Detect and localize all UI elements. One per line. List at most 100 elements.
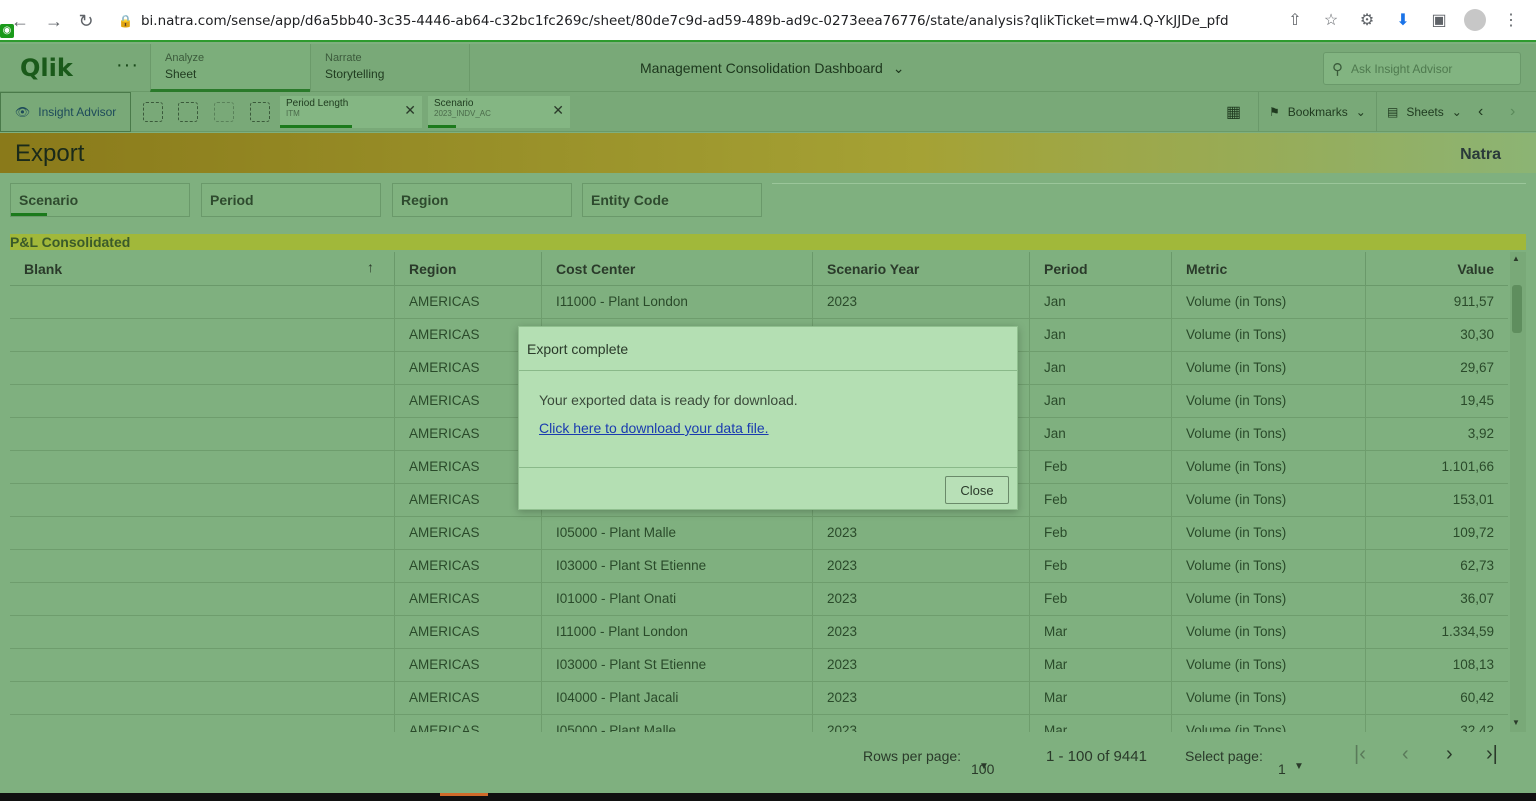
- cell-value[interactable]: 3,92: [1366, 418, 1508, 451]
- cell-metric[interactable]: Volume (in Tons): [1172, 649, 1366, 682]
- cell-metric[interactable]: Volume (in Tons): [1172, 451, 1366, 484]
- table-row[interactable]: AMERICAS I03000 - Plant St Etienne 2023 Feb…: [10, 550, 1508, 583]
- column-header-blank[interactable]: Blank ↑: [10, 252, 395, 286]
- clear-selections-icon[interactable]: [250, 102, 270, 122]
- cell-cost-center[interactable]: I03000 - Plant St Etienne: [542, 649, 813, 682]
- filter-scenario[interactable]: Scenario: [10, 183, 190, 217]
- step-back-icon[interactable]: [178, 102, 198, 122]
- reload-icon[interactable]: ↻: [70, 5, 102, 37]
- cell-metric[interactable]: Volume (in Tons): [1172, 682, 1366, 715]
- cell-blank[interactable]: [10, 385, 395, 418]
- cell-blank[interactable]: [10, 715, 395, 732]
- scroll-down-icon[interactable]: ▼: [1512, 718, 1520, 727]
- extensions-icon[interactable]: ⚙: [1352, 5, 1382, 35]
- cell-cost-center[interactable]: I01000 - Plant Onati: [542, 583, 813, 616]
- close-icon[interactable]: ✕: [404, 102, 416, 119]
- cell-period[interactable]: Feb: [1030, 550, 1172, 583]
- cell-value[interactable]: 36,07: [1366, 583, 1508, 616]
- table-row[interactable]: AMERICAS I01000 - Plant Onati 2023 Feb Volum…: [10, 583, 1508, 616]
- bookmarks-button[interactable]: ⚑ Bookmarks ⌄: [1258, 92, 1366, 132]
- cell-period[interactable]: Feb: [1030, 451, 1172, 484]
- sort-ascending-icon[interactable]: ↑: [367, 259, 374, 275]
- column-header-period[interactable]: Period: [1030, 252, 1172, 286]
- cell-value[interactable]: 109,72: [1366, 517, 1508, 550]
- cell-period[interactable]: Jan: [1030, 286, 1172, 319]
- last-page-icon[interactable]: ›|: [1486, 743, 1498, 766]
- dashboard-title[interactable]: Management Consolidation Dashboard ⌄: [640, 60, 904, 77]
- cell-value[interactable]: 29,67: [1366, 352, 1508, 385]
- tab-analyze-sheet[interactable]: Analyze Sheet: [150, 44, 310, 92]
- share-icon[interactable]: ⇧: [1280, 5, 1310, 35]
- cell-region[interactable]: AMERICAS: [395, 682, 542, 715]
- cell-cost-center[interactable]: I05000 - Plant Malle: [542, 715, 813, 732]
- cell-metric[interactable]: Volume (in Tons): [1172, 484, 1366, 517]
- cell-metric[interactable]: Volume (in Tons): [1172, 517, 1366, 550]
- cell-period[interactable]: Mar: [1030, 715, 1172, 732]
- download-icon[interactable]: ⬇: [1388, 5, 1418, 35]
- previous-sheet-icon[interactable]: ‹: [1478, 92, 1483, 132]
- cell-blank[interactable]: [10, 319, 395, 352]
- cell-blank[interactable]: [10, 418, 395, 451]
- cell-value[interactable]: 911,57: [1366, 286, 1508, 319]
- cell-cost-center[interactable]: I11000 - Plant London: [542, 616, 813, 649]
- tab-narrate-storytelling[interactable]: Narrate Storytelling: [310, 44, 470, 92]
- cell-blank[interactable]: [10, 484, 395, 517]
- table-row[interactable]: AMERICAS I05000 - Plant Malle 2023 Feb Volum…: [10, 517, 1508, 550]
- cell-blank[interactable]: [10, 550, 395, 583]
- cell-period[interactable]: Feb: [1030, 583, 1172, 616]
- filter-entity-code[interactable]: Entity Code: [582, 183, 762, 217]
- cell-value[interactable]: 32,42: [1366, 715, 1508, 732]
- cell-scenario-year[interactable]: 2023: [813, 616, 1030, 649]
- cell-metric[interactable]: Volume (in Tons): [1172, 319, 1366, 352]
- table-row[interactable]: AMERICAS I11000 - Plant London 2023 Mar Volu…: [10, 616, 1508, 649]
- cell-value[interactable]: 153,01: [1366, 484, 1508, 517]
- cell-scenario-year[interactable]: 2023: [813, 286, 1030, 319]
- table-row[interactable]: AMERICAS I03000 - Plant St Etienne 2023 Mar…: [10, 649, 1508, 682]
- cell-blank[interactable]: [10, 286, 395, 319]
- menu-icon[interactable]: ⋮: [1496, 5, 1526, 35]
- cell-period[interactable]: Feb: [1030, 517, 1172, 550]
- cell-scenario-year[interactable]: 2023: [813, 550, 1030, 583]
- cell-value[interactable]: 60,42: [1366, 682, 1508, 715]
- cell-value[interactable]: 1.334,59: [1366, 616, 1508, 649]
- cell-scenario-year[interactable]: 2023: [813, 682, 1030, 715]
- cell-cost-center[interactable]: I03000 - Plant St Etienne: [542, 550, 813, 583]
- next-sheet-icon[interactable]: ›: [1510, 92, 1515, 132]
- cell-metric[interactable]: Volume (in Tons): [1172, 616, 1366, 649]
- cell-cost-center[interactable]: I04000 - Plant Jacali: [542, 682, 813, 715]
- table-row[interactable]: AMERICAS I05000 - Plant Malle 2023 Mar Volum…: [10, 715, 1508, 732]
- cell-region[interactable]: AMERICAS: [395, 616, 542, 649]
- sidepanel-icon[interactable]: ▣: [1424, 5, 1454, 35]
- cell-metric[interactable]: Volume (in Tons): [1172, 583, 1366, 616]
- next-page-icon[interactable]: ›: [1446, 743, 1453, 766]
- cell-metric[interactable]: Volume (in Tons): [1172, 286, 1366, 319]
- cell-metric[interactable]: Volume (in Tons): [1172, 550, 1366, 583]
- cell-blank[interactable]: [10, 682, 395, 715]
- cell-metric[interactable]: Volume (in Tons): [1172, 418, 1366, 451]
- insight-advisor-button[interactable]: 👁 Insight Advisor: [0, 92, 131, 132]
- cell-period[interactable]: Mar: [1030, 682, 1172, 715]
- forward-icon[interactable]: →: [38, 5, 70, 37]
- selection-chip-period-length[interactable]: Period Length ITM ✕: [280, 96, 422, 128]
- cell-cost-center[interactable]: I05000 - Plant Malle: [542, 517, 813, 550]
- cell-period[interactable]: Jan: [1030, 418, 1172, 451]
- close-button[interactable]: Close: [945, 476, 1009, 504]
- grid-icon[interactable]: ▦: [1226, 92, 1241, 132]
- cell-value[interactable]: 1.101,66: [1366, 451, 1508, 484]
- sheets-button[interactable]: ▤ Sheets ⌄: [1376, 92, 1462, 132]
- cell-scenario-year[interactable]: 2023: [813, 649, 1030, 682]
- cell-blank[interactable]: [10, 649, 395, 682]
- close-icon[interactable]: ✕: [552, 102, 564, 119]
- cell-period[interactable]: Jan: [1030, 352, 1172, 385]
- scroll-up-icon[interactable]: ▲: [1512, 254, 1520, 263]
- cell-region[interactable]: AMERICAS: [395, 286, 542, 319]
- smart-search-icon[interactable]: [143, 102, 163, 122]
- cell-blank[interactable]: [10, 517, 395, 550]
- cell-scenario-year[interactable]: 2023: [813, 517, 1030, 550]
- cell-region[interactable]: AMERICAS: [395, 583, 542, 616]
- cell-blank[interactable]: [10, 451, 395, 484]
- cell-metric[interactable]: Volume (in Tons): [1172, 715, 1366, 732]
- step-forward-icon[interactable]: [214, 102, 234, 122]
- cell-period[interactable]: Mar: [1030, 649, 1172, 682]
- first-page-icon[interactable]: |‹: [1354, 743, 1366, 766]
